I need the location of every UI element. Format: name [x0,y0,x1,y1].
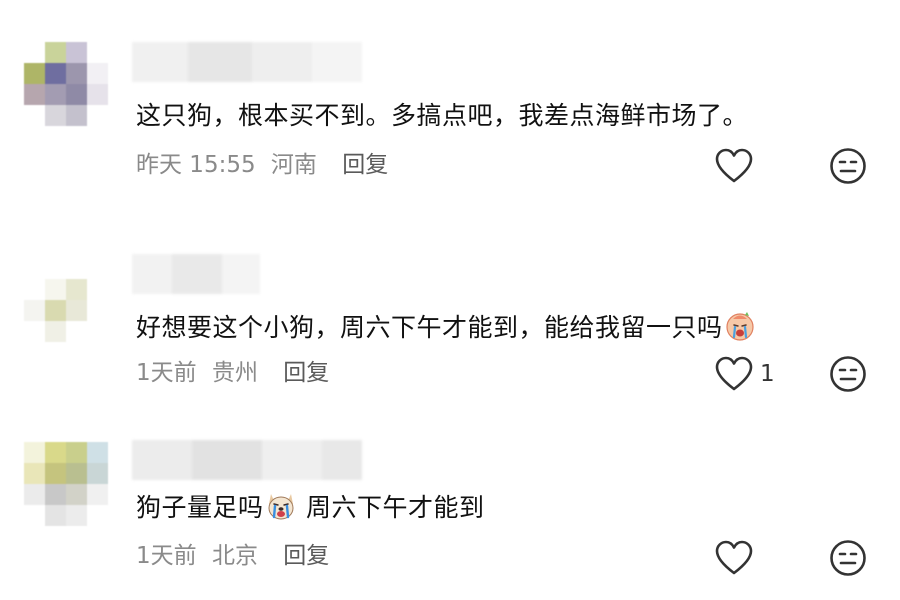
reply-button[interactable]: 回复 [283,360,329,386]
avatar[interactable] [24,258,108,342]
comment-time: 昨天 15:55 [136,152,256,178]
crying-dog-emoji [268,494,294,520]
comment-meta: 昨天 15:55 河南 回复 [136,150,388,180]
username-blurred[interactable] [132,254,260,294]
comment-text: 狗子量足吗 周六下午才能到 [136,491,484,525]
neutral-face-icon[interactable] [828,538,868,578]
username-blurred[interactable] [132,42,362,82]
like-count: 1 [760,361,775,387]
username-blurred[interactable] [132,440,362,480]
comment-text-after: 周六下午才能到 [305,493,485,522]
comment-location: 贵州 [211,360,258,386]
comment-time: 1天前 [136,543,197,569]
comment-text-content: 好想要这个小狗，周六下午才能到，能给我留一只吗 [136,313,723,342]
comment-location: 河南 [270,152,317,178]
heart-outline-icon[interactable] [714,356,754,392]
heart-outline-icon[interactable] [714,540,754,576]
reply-button[interactable]: 回复 [342,152,388,178]
neutral-face-icon[interactable] [828,146,868,186]
avatar[interactable] [24,42,108,126]
comment-text: 好想要这个小狗，周六下午才能到，能给我留一只吗 [136,311,757,345]
comment-time: 1天前 [136,360,197,386]
heart-outline-icon[interactable] [714,148,754,184]
crying-face-emoji [725,312,754,341]
comment-location: 北京 [211,543,258,569]
neutral-face-icon[interactable] [828,354,868,394]
comment-text: 这只狗，根本买不到。多搞点吧，我差点海鲜市场了。 [136,101,749,130]
avatar[interactable] [24,442,108,526]
reply-button[interactable]: 回复 [283,543,329,569]
comment-text-before: 狗子量足吗 [136,493,264,522]
comment-meta: 1天前 贵州 回复 [136,358,329,388]
comment-meta: 1天前 北京 回复 [136,541,329,571]
